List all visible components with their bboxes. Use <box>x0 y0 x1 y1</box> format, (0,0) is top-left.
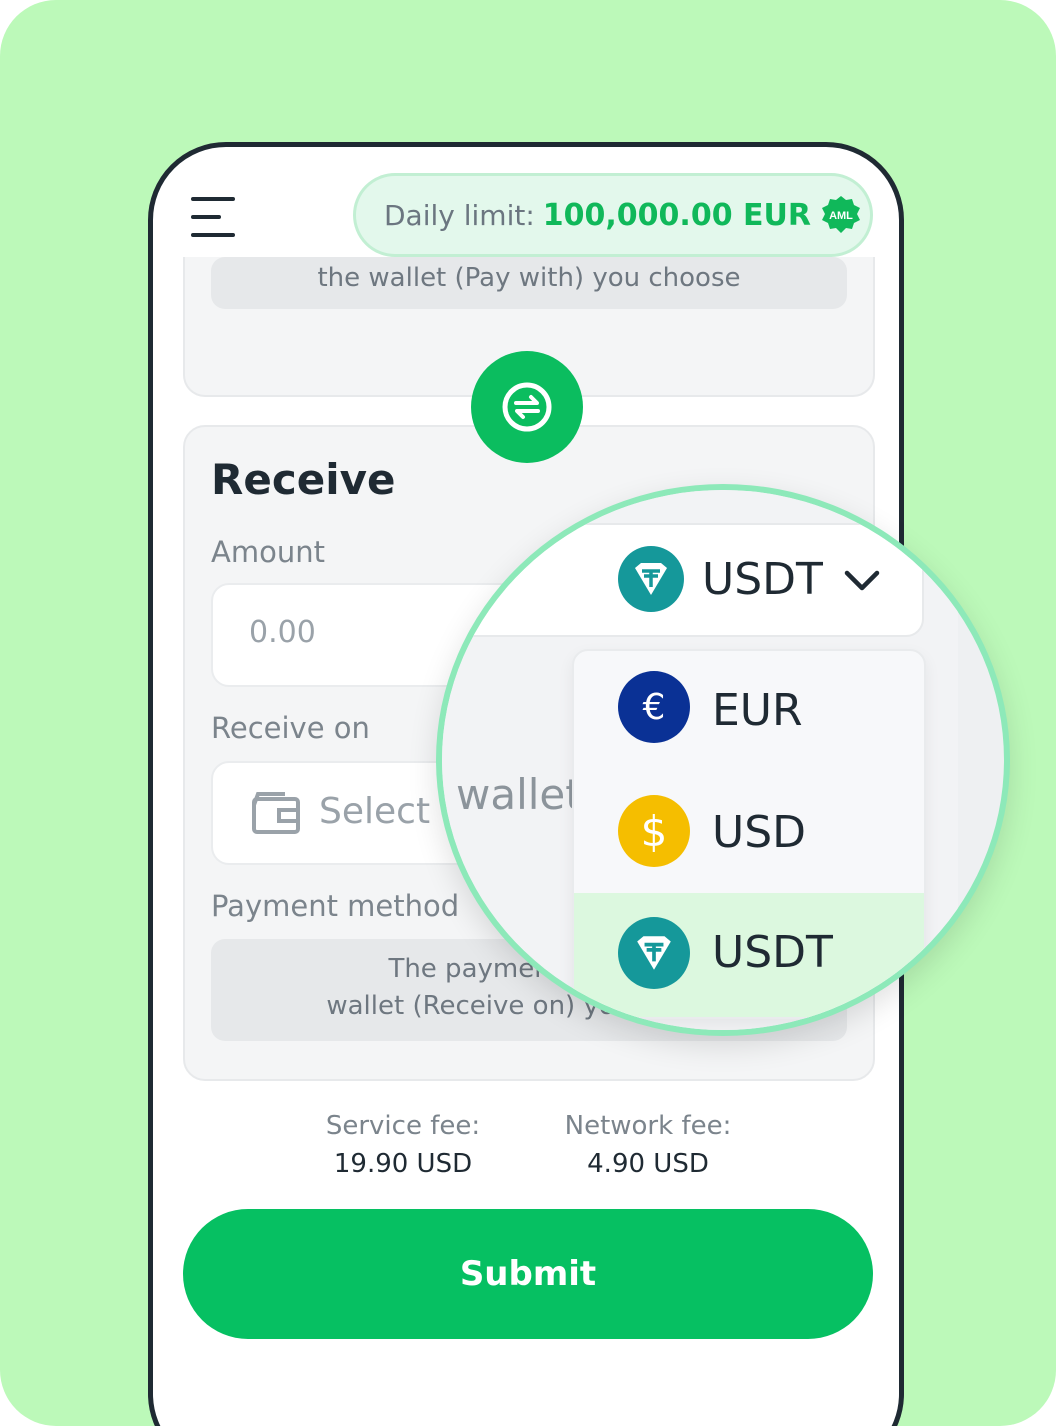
submit-button[interactable]: Submit <box>183 1209 873 1339</box>
network-fee-value: 4.90 USD <box>587 1149 709 1179</box>
amount-label: Amount <box>211 535 325 569</box>
svg-text:AML: AML <box>829 210 853 222</box>
daily-limit-badge: Daily limit: 100,000.00 EUR AML <box>353 173 873 257</box>
daily-limit-value: 100,000.00 EUR <box>542 197 811 233</box>
dropdown-option-label: EUR <box>712 685 803 736</box>
dropdown-option-usd[interactable]: $ USD <box>574 771 924 893</box>
daily-limit-label: Daily limit: <box>384 198 535 232</box>
receive-title: Receive <box>211 455 396 504</box>
dropdown-option-label: USDT <box>712 927 833 978</box>
hamburger-menu-icon[interactable] <box>191 197 235 237</box>
dollar-icon: $ <box>618 795 690 867</box>
amount-placeholder: 0.00 <box>249 615 316 650</box>
service-fee-value: 19.90 USD <box>333 1149 473 1179</box>
network-fee-label: Network fee: <box>564 1111 732 1141</box>
service-fee: Service fee: 19.90 USD <box>313 1107 493 1183</box>
dropdown-option-usdt[interactable]: USDT <box>574 893 924 1017</box>
currency-select-icon <box>618 546 684 612</box>
aml-badge-icon: AML <box>821 196 860 233</box>
dropdown-option-eur[interactable]: € EUR <box>574 651 924 771</box>
euro-icon: € <box>618 671 690 743</box>
tether-icon <box>618 917 690 989</box>
wallet-placeholder-zoomed: wallet <box>456 770 582 819</box>
swap-arrows-icon <box>502 382 552 432</box>
swap-button[interactable] <box>471 351 583 463</box>
receive-on-label: Receive on <box>211 711 370 745</box>
tether-icon <box>618 546 684 612</box>
wallet-icon <box>252 792 300 834</box>
chevron-down-icon[interactable] <box>842 568 882 594</box>
currency-selected-value: USDT <box>702 554 823 605</box>
service-fee-label: Service fee: <box>325 1111 481 1141</box>
pay-method-note: the wallet (Pay with) you choose <box>211 257 847 309</box>
magnifier-lens: USDT wallet € EUR $ USD USDT <box>436 484 1010 1036</box>
dropdown-option-label: USD <box>712 807 807 858</box>
network-fee: Network fee: 4.90 USD <box>553 1107 743 1183</box>
currency-dropdown: € EUR $ USD USDT <box>572 649 926 1019</box>
payment-method-label: Payment method <box>211 889 460 923</box>
